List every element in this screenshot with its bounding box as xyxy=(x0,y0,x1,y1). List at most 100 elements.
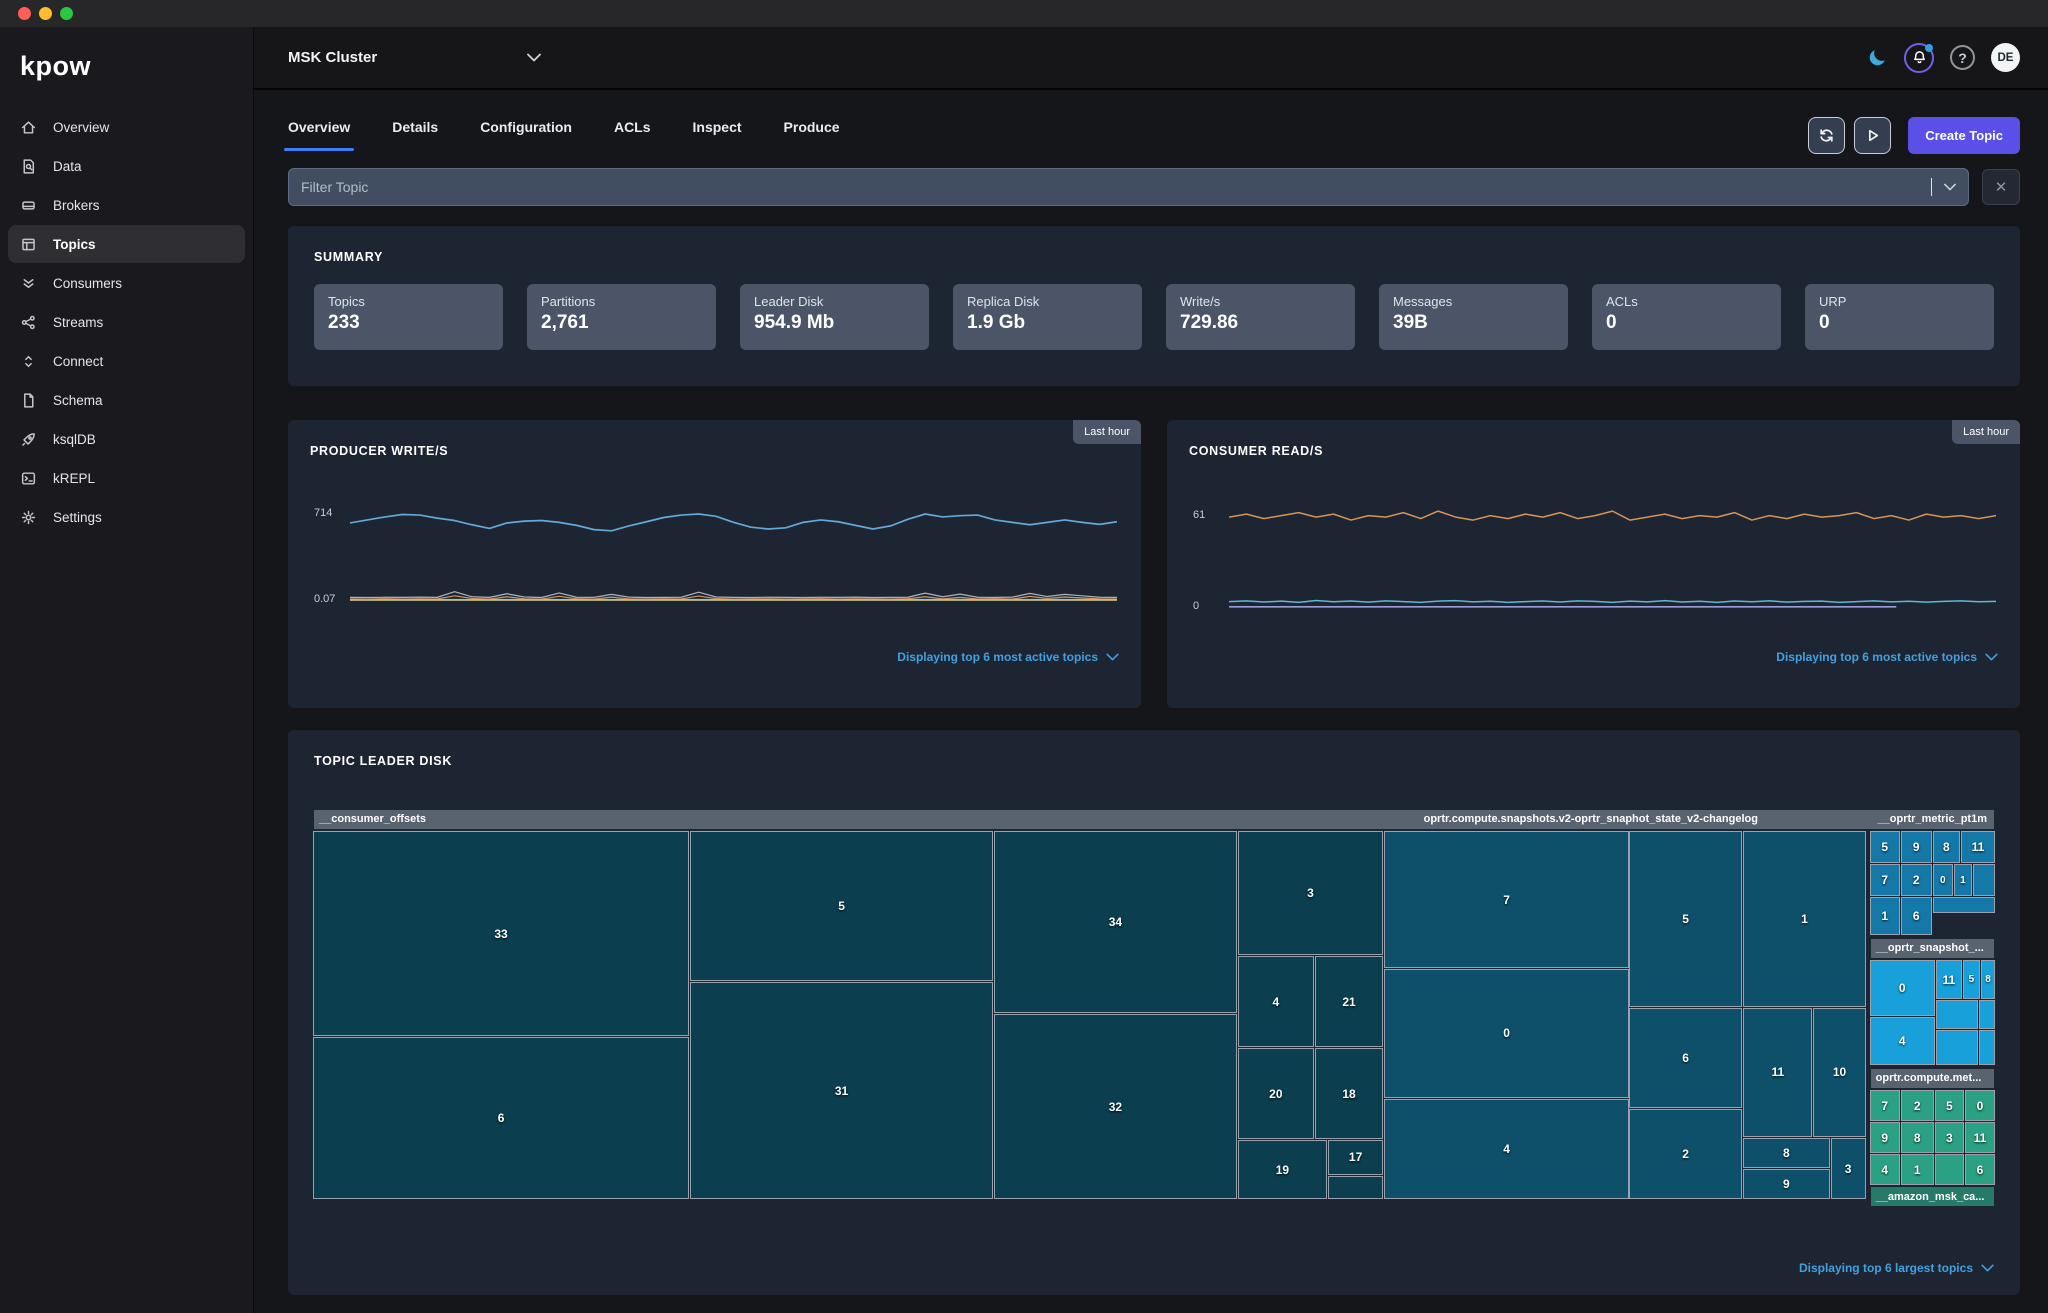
treemap-cell[interactable] xyxy=(1980,1031,1994,1064)
treemap-cell[interactable]: 6 xyxy=(1966,1155,1994,1184)
treemap-cell[interactable]: 8 xyxy=(1744,1139,1828,1167)
largest-topics-dropdown[interactable]: Displaying top 6 largest topics xyxy=(1799,1261,1994,1275)
dark-mode-toggle[interactable] xyxy=(1866,47,1888,69)
topic-filter-input[interactable]: Filter Topic xyxy=(288,168,1969,206)
treemap-cell[interactable]: 34 xyxy=(995,832,1236,1012)
treemap-cell[interactable]: 0 xyxy=(1966,1091,1994,1120)
filter-row: Filter Topic ✕ xyxy=(288,168,2020,206)
tab-inspect[interactable]: Inspect xyxy=(693,119,742,151)
notifications-button[interactable] xyxy=(1904,43,1934,73)
treemap-cell[interactable]: 11 xyxy=(1962,832,1994,862)
treemap-cell[interactable]: 4 xyxy=(1871,1155,1899,1184)
treemap-group-header[interactable]: __consumer_offsetsoprtr.compute.snapshot… xyxy=(314,810,1994,829)
cluster-selector[interactable]: MSK Cluster xyxy=(288,49,541,66)
sidebar-item-topics[interactable]: Topics xyxy=(8,225,245,263)
treemap-cell[interactable]: 2 xyxy=(1902,865,1931,895)
treemap-cell[interactable] xyxy=(1936,1155,1963,1184)
treemap-cell[interactable]: 1 xyxy=(1871,898,1899,934)
sidebar-item-ksqldb[interactable]: ksqlDB xyxy=(8,420,245,458)
tab-overview[interactable]: Overview xyxy=(288,119,350,151)
sidebar-item-data[interactable]: Data xyxy=(8,147,245,185)
help-button[interactable]: ? xyxy=(1950,45,1975,70)
treemap-cell[interactable]: 7 xyxy=(1871,1091,1899,1120)
sidebar-item-streams[interactable]: Streams xyxy=(8,303,245,341)
treemap-cell[interactable] xyxy=(1937,1001,1977,1028)
treemap-cell[interactable]: 4 xyxy=(1871,1018,1934,1064)
treemap-cell[interactable]: 0 xyxy=(1934,865,1952,895)
treemap-cell[interactable] xyxy=(1937,1031,1977,1064)
treemap-cell[interactable]: 2 xyxy=(1902,1091,1933,1120)
treemap-cell[interactable]: 17 xyxy=(1329,1141,1382,1174)
treemap-cell[interactable]: 8 xyxy=(1902,1123,1933,1152)
treemap-cell[interactable]: 11 xyxy=(1966,1123,1994,1152)
tab-configuration[interactable]: Configuration xyxy=(480,119,572,151)
refresh-button[interactable] xyxy=(1808,117,1845,154)
treemap-cell[interactable] xyxy=(1934,898,1994,912)
treemap-cell[interactable]: 1 xyxy=(1744,832,1864,1006)
treemap-cell[interactable]: 4 xyxy=(1385,1100,1628,1198)
treemap-cell[interactable]: 8 xyxy=(1982,961,1994,998)
play-button[interactable] xyxy=(1854,117,1891,154)
treemap-cell[interactable]: 6 xyxy=(314,1038,688,1198)
treemap-cell[interactable]: 21 xyxy=(1316,957,1382,1046)
treemap-cell[interactable]: 0 xyxy=(1871,961,1934,1015)
treemap-cell[interactable]: 19 xyxy=(1239,1141,1326,1198)
treemap-cell[interactable]: 33 xyxy=(314,832,688,1035)
treemap-cell[interactable]: 4 xyxy=(1239,957,1313,1046)
treemap-cell[interactable]: 5 xyxy=(1964,961,1979,998)
treemap-cell[interactable]: 1 xyxy=(1955,865,1971,895)
treemap-cell[interactable]: 20 xyxy=(1239,1049,1313,1138)
sidebar-item-krepl[interactable]: kREPL xyxy=(8,459,245,497)
treemap-cell[interactable] xyxy=(1329,1177,1382,1198)
treemap-cell[interactable]: 6 xyxy=(1902,898,1931,934)
treemap-cell[interactable]: 18 xyxy=(1316,1049,1382,1138)
producer-chart-title: PRODUCER WRITE/S xyxy=(310,444,1119,458)
create-topic-button[interactable]: Create Topic xyxy=(1908,117,2020,154)
traffic-light-minimize[interactable] xyxy=(39,7,52,20)
tab-produce[interactable]: Produce xyxy=(784,119,840,151)
treemap-cell[interactable]: 0 xyxy=(1385,970,1628,1097)
treemap-cell[interactable]: 5 xyxy=(691,832,992,980)
treemap-cell[interactable]: 9 xyxy=(1871,1123,1899,1152)
treemap-cell[interactable]: 7 xyxy=(1385,832,1628,967)
treemap-cell[interactable]: 11 xyxy=(1744,1009,1811,1136)
treemap-cell[interactable]: 3 xyxy=(1832,1139,1865,1198)
treemap-cell[interactable]: 32 xyxy=(995,1015,1236,1198)
treemap-cell[interactable]: 11 xyxy=(1937,961,1961,998)
treemap-cell[interactable]: 5 xyxy=(1936,1091,1963,1120)
treemap-cell[interactable]: 5 xyxy=(1871,832,1899,862)
treemap-cell[interactable]: 1 xyxy=(1902,1155,1933,1184)
consumer-topics-dropdown[interactable]: Displaying top 6 most active topics xyxy=(1776,650,1998,664)
treemap-cell[interactable]: 3 xyxy=(1239,832,1382,954)
treemap-cell[interactable]: 5 xyxy=(1630,832,1741,1006)
treemap-cell[interactable]: 2 xyxy=(1630,1110,1741,1198)
treemap-cell[interactable]: 9 xyxy=(1744,1170,1828,1198)
tab-acls[interactable]: ACLs xyxy=(614,119,651,151)
sidebar-item-connect[interactable]: Connect xyxy=(8,342,245,380)
sidebar-item-brokers[interactable]: Brokers xyxy=(8,186,245,224)
treemap-cell[interactable]: 31 xyxy=(691,983,992,1198)
sidebar-item-consumers[interactable]: Consumers xyxy=(8,264,245,302)
sidebar-item-settings[interactable]: Settings xyxy=(8,498,245,536)
traffic-light-zoom[interactable] xyxy=(60,7,73,20)
treemap-cell[interactable] xyxy=(1980,1001,1994,1028)
treemap-cell[interactable]: 10 xyxy=(1814,1009,1864,1136)
traffic-light-close[interactable] xyxy=(18,7,31,20)
sidebar-item-schema[interactable]: Schema xyxy=(8,381,245,419)
sidebar-item-overview[interactable]: Overview xyxy=(8,108,245,146)
card-value: 2,761 xyxy=(541,312,702,334)
avatar[interactable]: DE xyxy=(1991,43,2020,72)
treemap-cell[interactable]: 3 xyxy=(1936,1123,1963,1152)
treemap-cell[interactable] xyxy=(1974,865,1994,895)
chevron-down-icon[interactable] xyxy=(1944,183,1956,191)
treemap-cell[interactable]: 8 xyxy=(1934,832,1959,862)
treemap-cell[interactable]: 6 xyxy=(1630,1009,1741,1107)
treemap-group-header[interactable]: __oprtr_snapshot_... xyxy=(1871,939,1994,958)
producer-topics-dropdown[interactable]: Displaying top 6 most active topics xyxy=(897,650,1119,664)
treemap-cell[interactable]: 7 xyxy=(1871,865,1899,895)
treemap-group-header[interactable]: __amazon_msk_ca... xyxy=(1871,1187,1994,1206)
treemap-cell[interactable]: 9 xyxy=(1902,832,1931,862)
tab-details[interactable]: Details xyxy=(392,119,438,151)
treemap-group-header[interactable]: oprtr.compute.met... xyxy=(1871,1069,1994,1088)
filter-clear-button[interactable]: ✕ xyxy=(1982,169,2020,205)
